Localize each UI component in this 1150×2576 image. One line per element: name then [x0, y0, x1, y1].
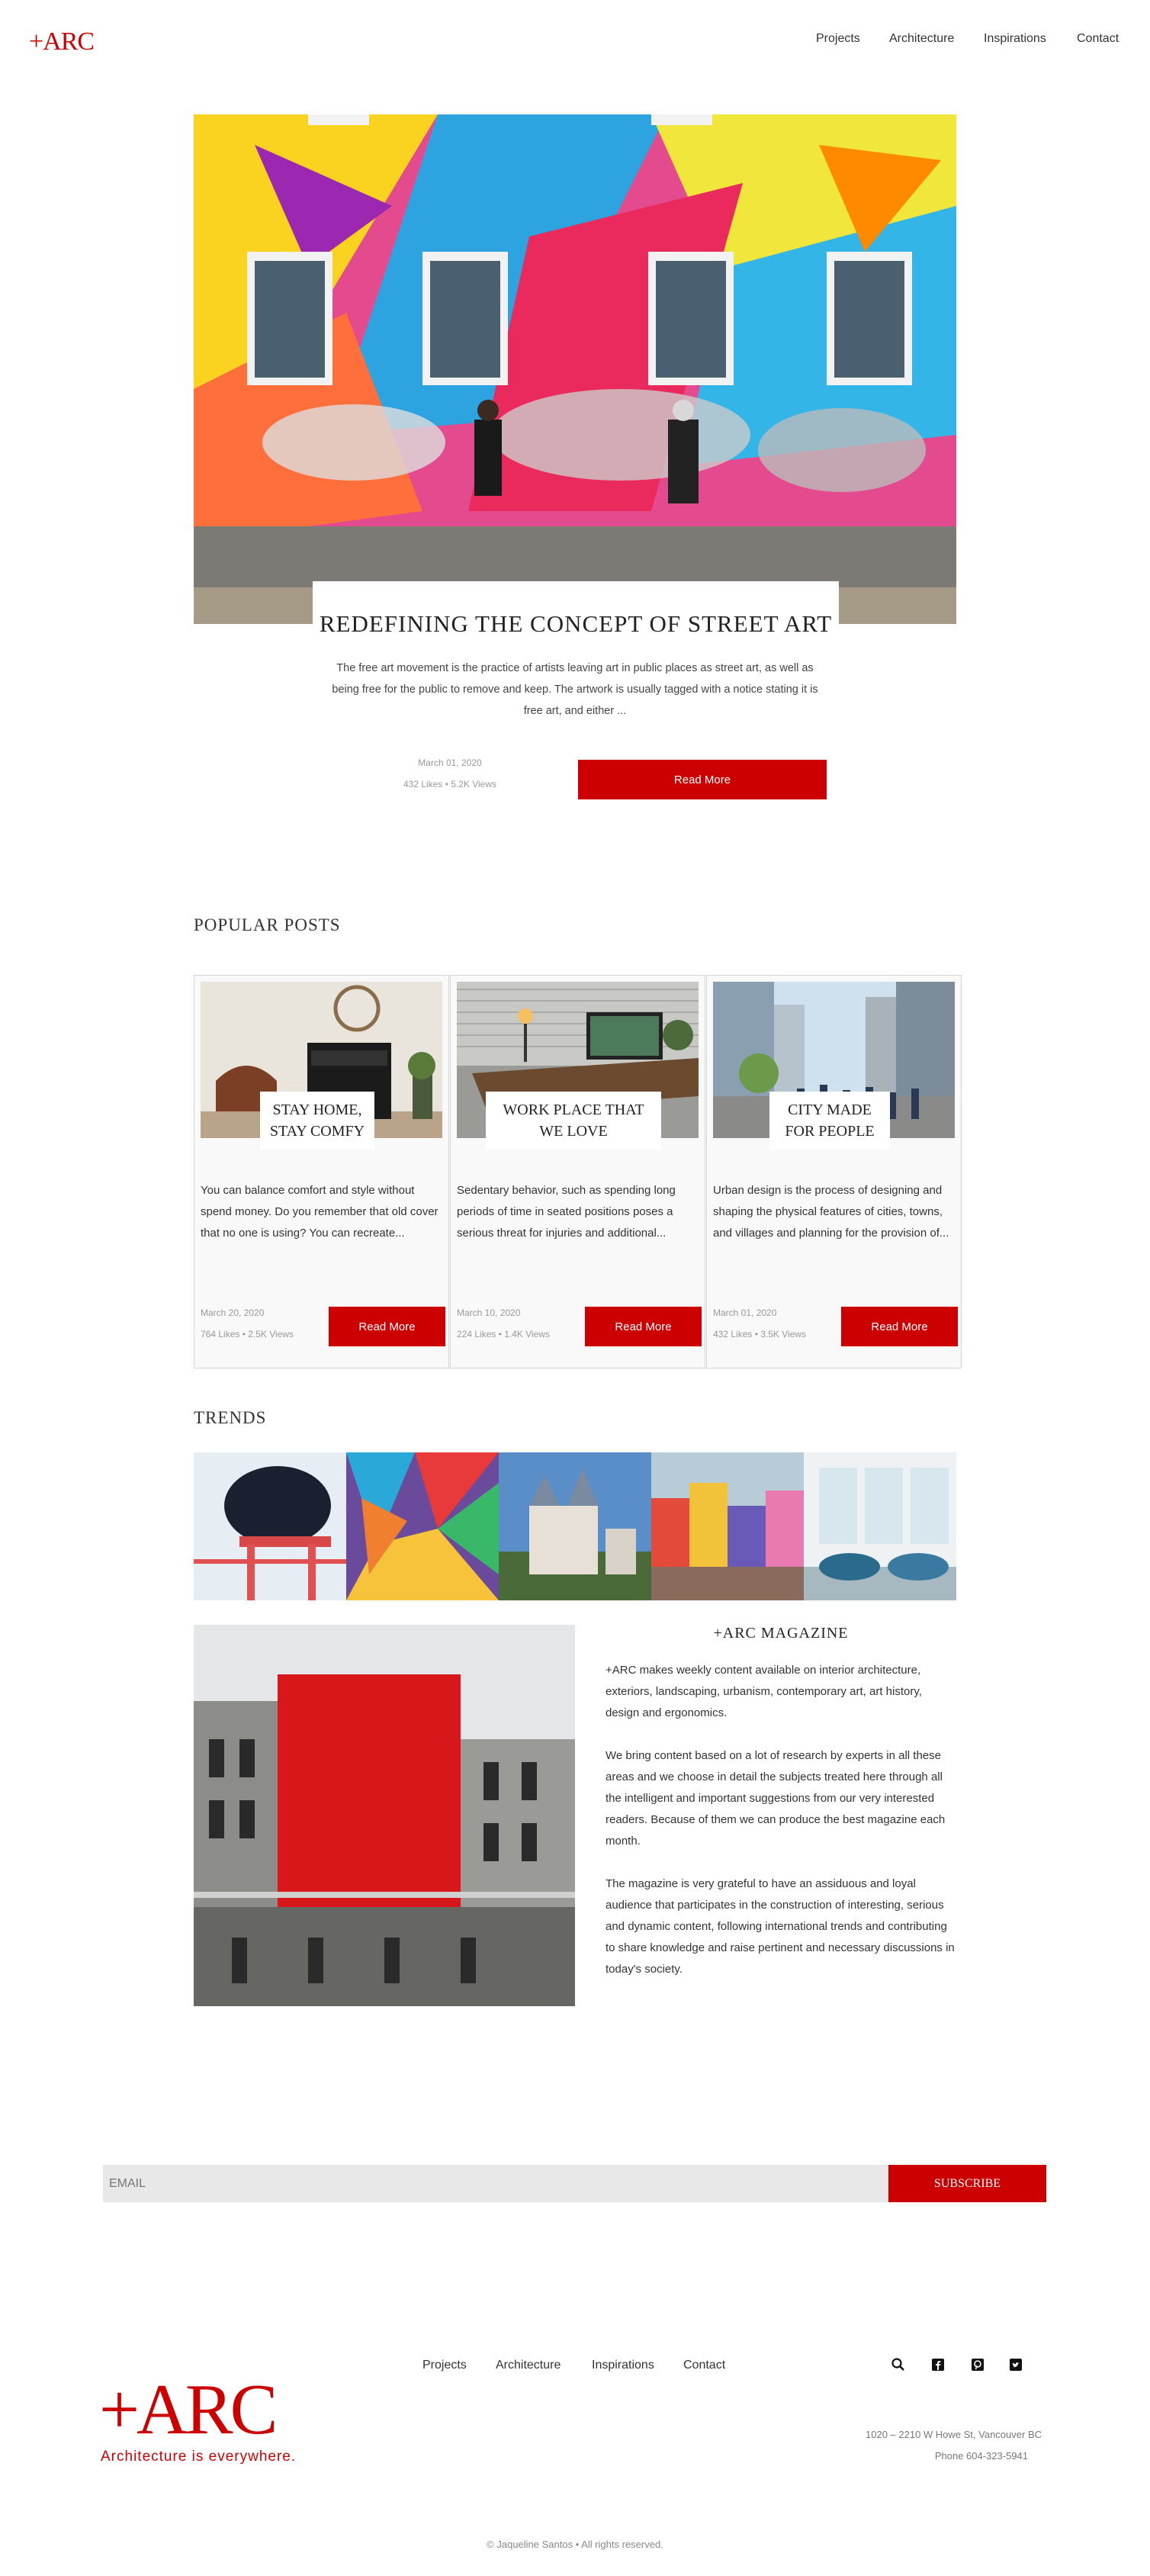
trend-image-colorful-houses[interactable] — [651, 1452, 804, 1600]
search-icon[interactable] — [891, 2357, 906, 2372]
footer-nav-projects[interactable]: Projects — [422, 2359, 467, 2372]
footer-address: 1020 – 2210 W Howe St, Vancouver BC — [866, 2429, 1042, 2440]
read-more-button[interactable]: Read More — [841, 1307, 958, 1346]
pinterest-icon[interactable] — [970, 2357, 985, 2372]
post-card-date: March 20, 2020 — [201, 1307, 265, 1318]
read-more-button[interactable]: Read More — [329, 1307, 445, 1346]
post-card: STAY HOME, STAY COMFY You can balance co… — [194, 975, 449, 1368]
magazine-image — [194, 1625, 575, 2006]
nav-contact[interactable]: Contact — [1077, 32, 1119, 46]
popular-posts-title: POPULAR POSTS — [194, 915, 341, 934]
post-card: WORK PLACE THAT WE LOVE Sedentary behavi… — [450, 975, 705, 1368]
post-card-excerpt: You can balance comfort and style withou… — [201, 1184, 438, 1240]
email-input[interactable] — [103, 2165, 888, 2202]
footer-nav-contact[interactable]: Contact — [683, 2359, 725, 2372]
post-card: CITY MADE FOR PEOPLE Urban design is the… — [706, 975, 962, 1368]
hero-stats: 432 Likes • 5.2K Views — [403, 779, 497, 790]
trend-image-castle[interactable] — [499, 1452, 651, 1600]
post-card-excerpt: Sedentary behavior, such as spending lon… — [457, 1184, 676, 1240]
footer-tagline: Architecture is everywhere. — [101, 2449, 297, 2465]
post-card-date: March 01, 2020 — [713, 1307, 777, 1318]
magazine-paragraph: The magazine is very grateful to have an… — [606, 1877, 955, 1976]
post-card-label[interactable]: STAY HOME, STAY COMFY — [260, 1092, 374, 1150]
facebook-icon[interactable] — [930, 2357, 946, 2372]
trend-image-graffiti[interactable] — [346, 1452, 499, 1600]
hero-title[interactable]: REDEFINING THE CONCEPT OF STREET ART — [313, 610, 839, 638]
hero-excerpt: The free art movement is the practice of… — [332, 662, 818, 717]
subscribe-button[interactable]: SUBSCRIBE — [888, 2165, 1046, 2202]
header-logo[interactable]: +ARC — [29, 27, 95, 56]
post-card-stats: 432 Likes • 3.5K Views — [713, 1329, 807, 1339]
post-card-label[interactable]: CITY MADE FOR PEOPLE — [769, 1092, 890, 1150]
copyright-text: © Jaqueline Santos • All rights reserved… — [487, 2539, 663, 2550]
footer-logo[interactable]: +ARC — [99, 2374, 278, 2446]
post-card-label[interactable]: WORK PLACE THAT WE LOVE — [486, 1092, 661, 1150]
footer-nav-inspirations[interactable]: Inspirations — [592, 2359, 654, 2372]
magazine-text: +ARC makes weekly content available on i… — [606, 1660, 956, 1980]
magazine-title: +ARC MAGAZINE — [713, 1625, 849, 1642]
hero-image — [194, 114, 956, 624]
footer-nav-architecture[interactable]: Architecture — [496, 2359, 561, 2372]
nav-projects[interactable]: Projects — [816, 32, 860, 46]
nav-architecture[interactable]: Architecture — [889, 32, 954, 46]
twitter-icon[interactable] — [1008, 2357, 1023, 2372]
post-card-stats: 764 Likes • 2.5K Views — [201, 1329, 294, 1339]
nav-inspirations[interactable]: Inspirations — [984, 32, 1046, 46]
read-more-button[interactable]: Read More — [585, 1307, 702, 1346]
footer-phone: Phone 604-323-5941 — [934, 2450, 1028, 2462]
trends-title: TRENDS — [194, 1408, 267, 1427]
trend-image-chair[interactable] — [194, 1452, 346, 1600]
post-card-excerpt: Urban design is the process of designing… — [713, 1184, 949, 1240]
magazine-paragraph: +ARC makes weekly content available on i… — [606, 1664, 922, 1719]
hero-read-more-button[interactable]: Read More — [578, 760, 827, 799]
post-card-date: March 10, 2020 — [457, 1307, 521, 1318]
post-card-stats: 224 Likes • 1.4K Views — [457, 1329, 551, 1339]
hero-date: March 01, 2020 — [418, 757, 482, 768]
magazine-paragraph: We bring content based on a lot of resea… — [606, 1749, 946, 1848]
trend-image-living-room[interactable] — [804, 1452, 956, 1600]
